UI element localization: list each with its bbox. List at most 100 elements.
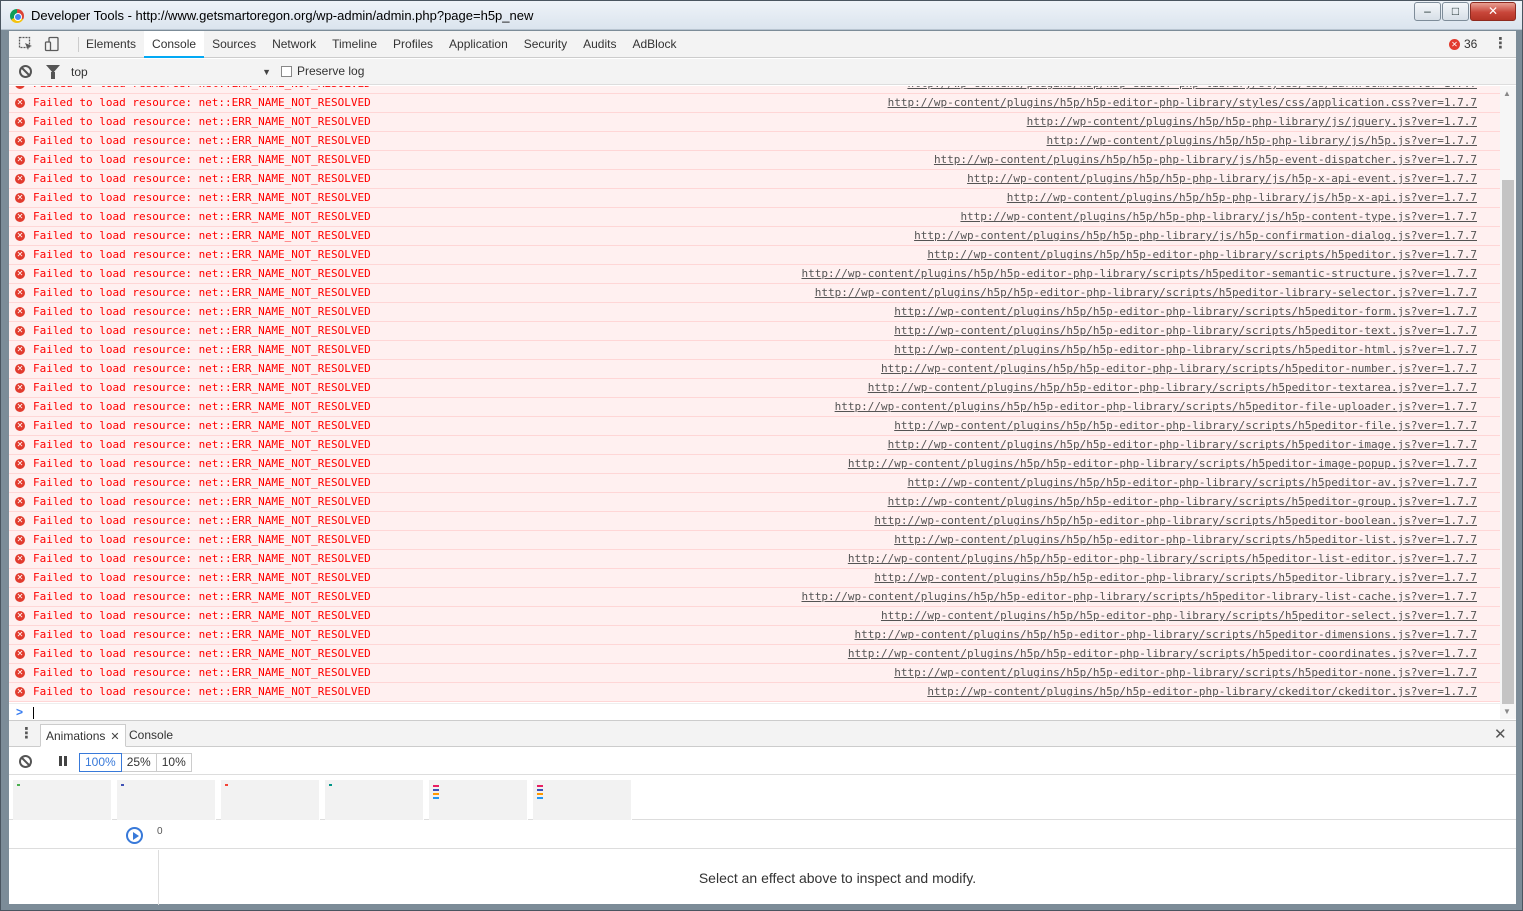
tab-label: Console — [129, 728, 174, 742]
tab-security[interactable]: Security — [516, 31, 575, 58]
error-counter[interactable]: ✕ 36 — [1449, 37, 1477, 51]
message-content: ✕ Failed to load resource: net::ERR_NAME_… — [9, 94, 1500, 113]
tab-animations[interactable]: Animations ✕ — [40, 724, 126, 747]
resource-link[interactable]: http://wp-content/plugins/h5p/h5p-editor… — [835, 398, 1477, 416]
close-tab-icon[interactable]: ✕ — [110, 731, 119, 743]
resource-link[interactable]: http://wp-content/plugins/h5p/h5p-editor… — [888, 94, 1477, 112]
error-text: Failed to load resource: net::ERR_NAME_N… — [33, 172, 371, 185]
drawer-menu-icon[interactable]: ⋮ — [19, 724, 34, 742]
resource-link[interactable]: http://wp-content/plugins/h5p/h5p-php-li… — [1047, 132, 1477, 150]
console-error-message: ✕ Failed to load resource: net::ERR_NAME_… — [9, 322, 1500, 341]
resource-link[interactable]: http://wp-content/plugins/h5p/h5p-editor… — [848, 645, 1477, 663]
tab-adblock[interactable]: AdBlock — [624, 31, 684, 58]
tab-network[interactable]: Network — [264, 31, 324, 58]
console-error-message: ✕ Failed to load resource: net::ERR_NAME_… — [9, 208, 1500, 227]
tab-sources[interactable]: Sources — [204, 31, 264, 58]
message-content: ✕ Failed to load resource: net::ERR_NAME_… — [9, 588, 1500, 607]
resource-link[interactable]: http://wp-content/plugins/h5p/h5p-editor… — [907, 474, 1477, 492]
pause-icon[interactable] — [59, 756, 67, 766]
resource-link[interactable]: http://wp-content/plugins/h5p/h5p-php-li… — [1027, 113, 1477, 131]
resource-link[interactable]: http://wp-content/plugins/h5p/h5p-editor… — [801, 588, 1477, 606]
tab-application[interactable]: Application — [441, 31, 516, 58]
resource-link[interactable]: http://wp-content/plugins/h5p/h5p-editor… — [927, 683, 1477, 701]
tab-elements[interactable]: Elements — [78, 31, 144, 58]
resource-link[interactable]: http://wp-content/plugins/h5p/h5p-editor… — [888, 436, 1477, 454]
console-error-message: ✕ Failed to load resource: net::ERR_NAME_… — [9, 455, 1500, 474]
resource-link[interactable]: http://wp-content/plugins/h5p/h5p-editor… — [927, 246, 1477, 264]
resource-link[interactable]: http://wp-content/plugins/h5p/h5p-editor… — [894, 303, 1477, 321]
console-error-message: ✕ Failed to load resource: net::ERR_NAME_… — [9, 189, 1500, 208]
speed-button[interactable]: 25% — [120, 753, 157, 772]
prompt-chevron-icon: > — [16, 705, 24, 719]
resource-link[interactable]: http://wp-content/plugins/h5p/h5p-php-li… — [914, 227, 1477, 245]
console-scrollbar[interactable]: ▲ ▼ — [1500, 86, 1516, 719]
minimize-button[interactable]: – — [1414, 2, 1441, 21]
resource-link[interactable]: http://wp-content/plugins/h5p/h5p-editor… — [815, 284, 1477, 302]
error-icon: ✕ — [15, 421, 25, 431]
tab-audits[interactable]: Audits — [575, 31, 624, 58]
animation-group-thumbnail[interactable] — [13, 780, 112, 820]
clear-animations-icon[interactable] — [19, 755, 32, 768]
preserve-log-checkbox[interactable] — [281, 65, 292, 77]
scrollbar-thumb[interactable] — [1502, 180, 1514, 704]
resource-link[interactable]: http://wp-content/plugins/h5p/h5p-editor… — [854, 626, 1477, 644]
resource-link[interactable]: http://wp-content/plugins/h5p/h5p-editor… — [894, 664, 1477, 682]
speed-button[interactable]: 10% — [155, 753, 192, 772]
resource-link[interactable]: http://wp-content/plugins/h5p/h5p-editor… — [848, 455, 1477, 473]
tab-timeline[interactable]: Timeline — [324, 31, 385, 58]
resource-link[interactable]: http://wp-content/plugins/h5p/h5p-editor… — [894, 322, 1477, 340]
error-text: Failed to load resource: net::ERR_NAME_N… — [33, 628, 371, 641]
preserve-log-option[interactable]: Preserve log — [281, 64, 364, 78]
resource-link[interactable]: http://wp-content/plugins/h5p/h5p-php-li… — [934, 151, 1477, 169]
animation-group-thumbnail[interactable] — [221, 780, 320, 820]
speed-button[interactable]: 100% — [79, 753, 122, 772]
resource-link[interactable]: http://wp-content/plugins/h5p/h5p-editor… — [907, 86, 1477, 93]
resource-link[interactable]: http://wp-content/plugins/h5p/h5p-editor… — [894, 531, 1477, 549]
close-drawer-icon[interactable]: ✕ — [1494, 725, 1507, 743]
resource-link[interactable]: http://wp-content/plugins/h5p/h5p-editor… — [888, 493, 1477, 511]
close-window-button[interactable]: ✕ — [1470, 2, 1516, 21]
clear-console-icon[interactable] — [19, 65, 32, 78]
more-options-icon[interactable]: ⋮ — [1493, 36, 1508, 52]
resource-link[interactable]: http://wp-content/plugins/h5p/h5p-editor… — [881, 607, 1477, 625]
error-text: Failed to load resource: net::ERR_NAME_N… — [33, 381, 371, 394]
console-prompt[interactable]: > — [9, 703, 1500, 719]
scroll-down-icon[interactable]: ▼ — [1503, 707, 1511, 716]
resource-link[interactable]: http://wp-content/plugins/h5p/h5p-php-li… — [960, 208, 1477, 226]
resource-link[interactable]: http://wp-content/plugins/h5p/h5p-php-li… — [1007, 189, 1477, 207]
resource-link[interactable]: http://wp-content/plugins/h5p/h5p-editor… — [801, 265, 1477, 283]
replay-icon[interactable] — [126, 827, 143, 844]
resource-link[interactable]: http://wp-content/plugins/h5p/h5p-php-li… — [967, 170, 1477, 188]
maximize-button[interactable]: □ — [1442, 2, 1469, 21]
console-error-message: ✕ Failed to load resource: net::ERR_NAME_… — [9, 436, 1500, 455]
error-icon: ✕ — [15, 573, 25, 583]
inspect-element-icon[interactable] — [18, 36, 34, 52]
filter-icon[interactable] — [46, 65, 60, 79]
error-icon: ✕ — [15, 155, 25, 165]
console-error-message: ✕ Failed to load resource: net::ERR_NAME_… — [9, 474, 1500, 493]
animation-group-thumbnail[interactable] — [533, 780, 632, 820]
resource-link[interactable]: http://wp-content/plugins/h5p/h5p-editor… — [874, 512, 1477, 530]
resource-link[interactable]: http://wp-content/plugins/h5p/h5p-editor… — [868, 379, 1477, 397]
tab-console[interactable]: Console — [124, 724, 178, 747]
resource-link[interactable]: http://wp-content/plugins/h5p/h5p-editor… — [874, 569, 1477, 587]
error-text: Failed to load resource: net::ERR_NAME_N… — [33, 96, 371, 109]
tab-profiles[interactable]: Profiles — [385, 31, 441, 58]
animation-group-thumbnail[interactable] — [325, 780, 424, 820]
device-mode-icon[interactable] — [44, 36, 60, 52]
context-select[interactable]: top ▼ — [71, 62, 273, 82]
error-icon: ✕ — [15, 117, 25, 127]
animation-timeline: Select an effect above to inspect and mo… — [9, 850, 1516, 905]
scroll-up-icon[interactable]: ▲ — [1503, 89, 1511, 98]
error-text: Failed to load resource: net::ERR_NAME_N… — [33, 86, 371, 93]
resource-link[interactable]: http://wp-content/plugins/h5p/h5p-editor… — [848, 550, 1477, 568]
animation-group-thumbnail[interactable] — [429, 780, 528, 820]
error-text: Failed to load resource: net::ERR_NAME_N… — [33, 343, 371, 356]
resource-link[interactable]: http://wp-content/plugins/h5p/h5p-editor… — [881, 360, 1477, 378]
resource-link[interactable]: http://wp-content/plugins/h5p/h5p-editor… — [894, 417, 1477, 435]
tab-console[interactable]: Console — [144, 31, 205, 58]
animation-group-thumbnail[interactable] — [117, 780, 216, 820]
error-icon: ✕ — [15, 98, 25, 108]
resource-link[interactable]: http://wp-content/plugins/h5p/h5p-editor… — [894, 341, 1477, 359]
message-content: ✕ Failed to load resource: net::ERR_NAME_… — [9, 151, 1500, 170]
